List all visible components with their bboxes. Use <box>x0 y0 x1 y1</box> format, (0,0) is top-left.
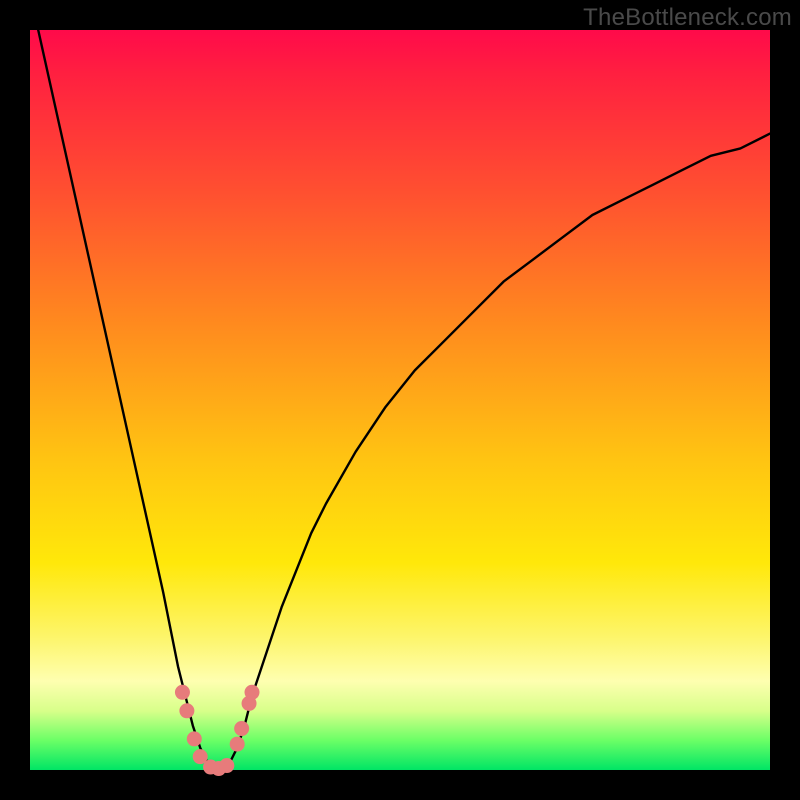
curve-marker <box>230 737 245 752</box>
chart-frame <box>30 30 770 770</box>
watermark-text: TheBottleneck.com <box>583 4 792 32</box>
plot-area <box>30 30 770 770</box>
curve-marker <box>179 703 194 718</box>
bottleneck-curve <box>30 0 770 770</box>
curve-marker <box>187 731 202 746</box>
curve-layer <box>30 30 770 770</box>
curve-marker <box>219 758 234 773</box>
curve-markers <box>175 685 260 776</box>
curve-marker <box>175 685 190 700</box>
curve-marker <box>245 685 260 700</box>
curve-marker <box>234 721 249 736</box>
